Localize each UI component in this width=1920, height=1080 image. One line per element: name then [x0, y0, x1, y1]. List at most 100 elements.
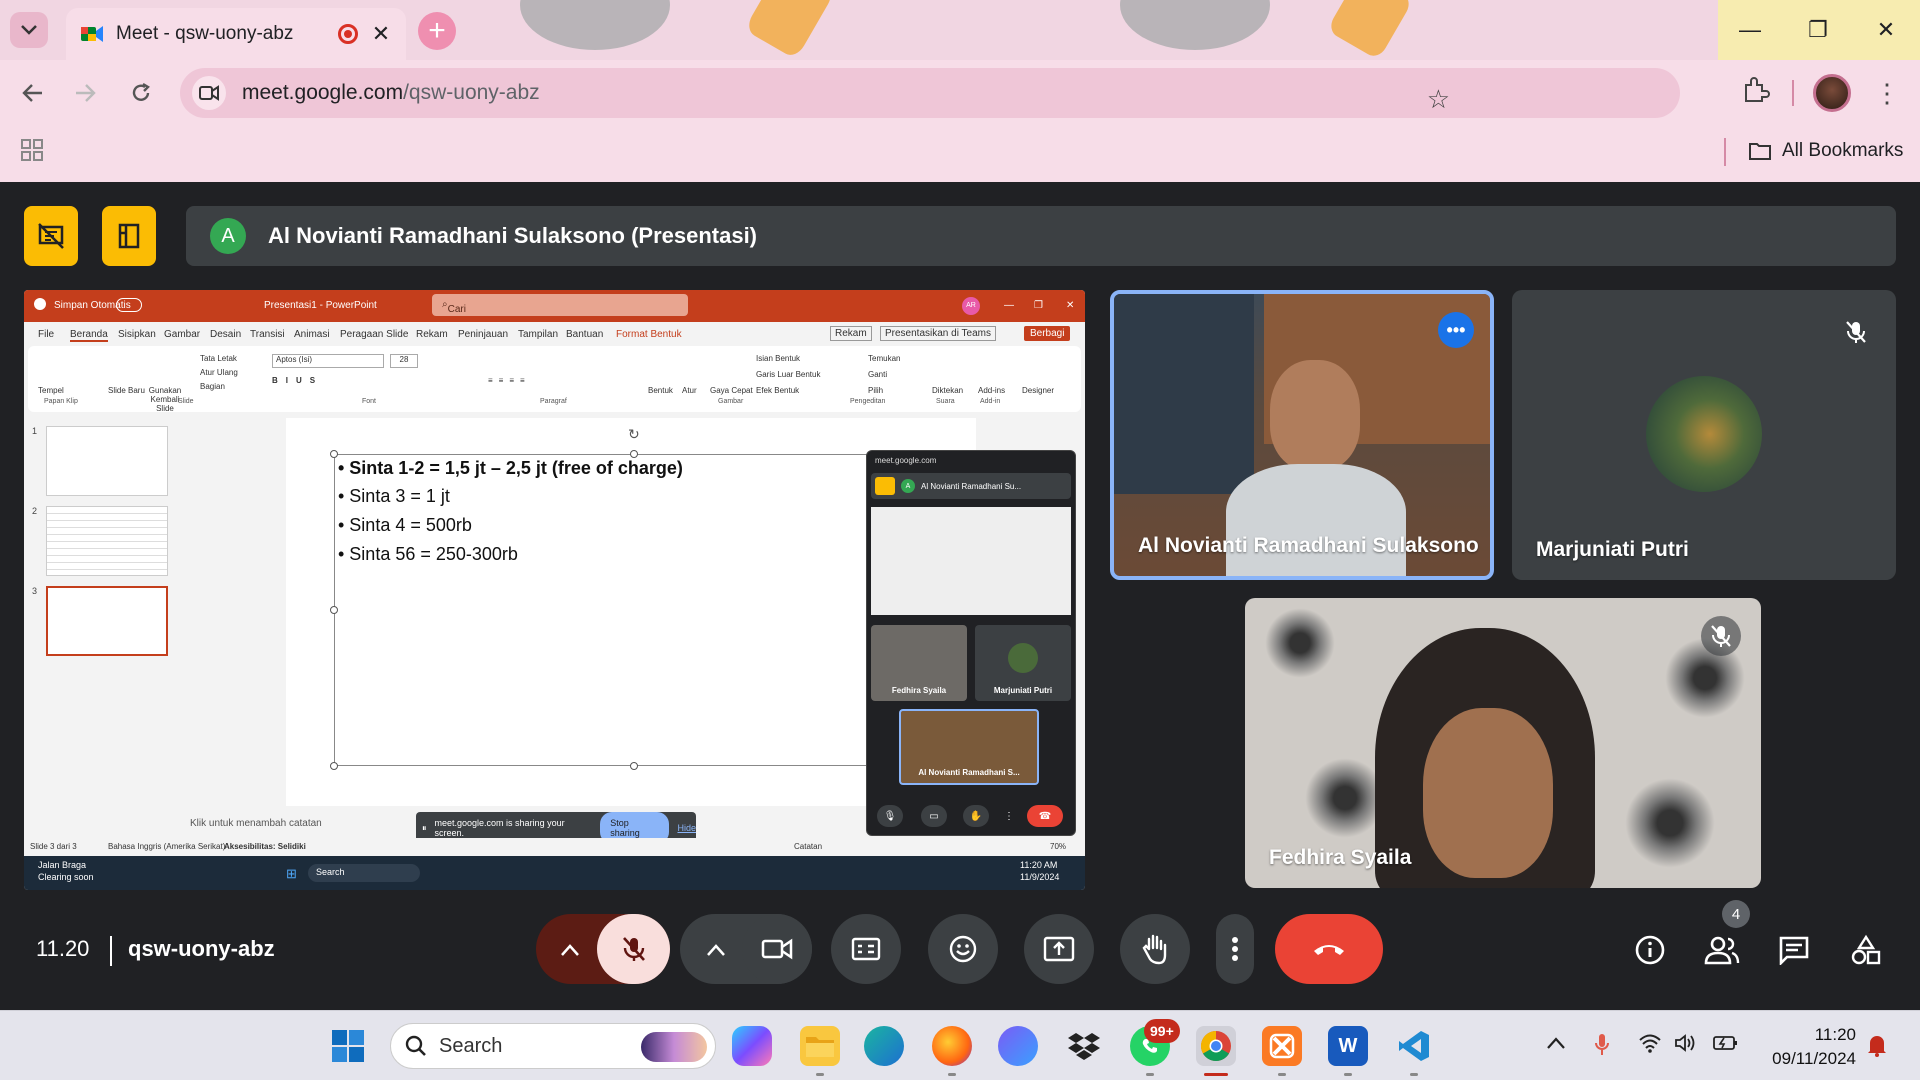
ribbon-dictate[interactable]: Diktekan — [932, 386, 963, 395]
copilot-app[interactable] — [998, 1026, 1038, 1066]
resize-handle[interactable] — [630, 450, 638, 458]
bookmark-star-icon[interactable]: ☆ — [1427, 84, 1450, 115]
status-language[interactable]: Bahasa Inggris (Amerika Serikat) — [108, 842, 225, 851]
raise-hand-button[interactable] — [1120, 914, 1190, 984]
extensions-icon[interactable] — [1740, 75, 1770, 105]
windows-search-box[interactable]: Search — [390, 1023, 716, 1069]
notes-placeholder[interactable]: Klik untuk menambah catatan — [190, 818, 322, 829]
browser-tab-meet[interactable]: Meet - qsw-uony-abz ✕ — [66, 8, 406, 60]
slide-thumbnail-selected[interactable] — [46, 586, 168, 656]
ppt-user-avatar[interactable]: AR — [962, 297, 980, 315]
mini-meet-window[interactable]: meet.google.com A Al Novianti Ramadhani … — [866, 450, 1076, 836]
ribbon-font-name[interactable]: Aptos (Isi) — [272, 354, 384, 368]
ribbon-shape-outline[interactable]: Garis Luar Bentuk — [756, 370, 820, 379]
microphone-toggle-button[interactable] — [597, 914, 670, 984]
microphone-in-use-icon[interactable] — [1594, 1033, 1610, 1063]
shared-windows-icon[interactable]: ⊞ — [286, 866, 297, 882]
ribbon-reset[interactable]: Atur Ulang — [200, 368, 238, 377]
file-explorer-app[interactable] — [800, 1026, 840, 1066]
captions-button[interactable] — [831, 914, 901, 984]
ribbon-font-styles[interactable]: BIUS — [272, 376, 323, 385]
status-notes[interactable]: Catatan — [794, 842, 822, 851]
reload-button[interactable] — [122, 74, 160, 112]
back-button[interactable] — [14, 74, 52, 112]
ribbon-section[interactable]: Bagian — [200, 382, 225, 391]
ribbon-alignment[interactable]: ≡≡≡≡ — [488, 376, 531, 385]
mini-mic-icon[interactable]: 🎙 — [877, 805, 903, 827]
resize-handle[interactable] — [330, 606, 338, 614]
new-tab-button[interactable]: + — [418, 12, 456, 50]
chrome-app[interactable] — [1196, 1026, 1236, 1066]
slide-thumbnail[interactable] — [46, 426, 168, 496]
ribbon-designer[interactable]: Designer — [1022, 386, 1054, 395]
more-options-icon[interactable]: ••• — [1438, 312, 1474, 348]
forward-button[interactable] — [66, 74, 104, 112]
ppt-menu-item[interactable]: Desain — [210, 329, 241, 340]
status-accessibility[interactable]: Aksesibilitas: Selidiki — [224, 842, 306, 851]
browser-menu-icon[interactable]: ⋮ — [1874, 78, 1900, 109]
ppt-restore[interactable]: ❐ — [1034, 300, 1043, 311]
minimize-button[interactable]: — — [1716, 0, 1784, 60]
all-bookmarks-button[interactable]: All Bookmarks — [1748, 140, 1903, 162]
slide-thumbnail[interactable] — [46, 506, 168, 576]
hide-share-bar-link[interactable]: Hide — [677, 823, 696, 833]
tab-close-button[interactable]: ✕ — [370, 21, 392, 47]
restore-button[interactable]: ❐ — [1784, 0, 1852, 60]
volume-icon[interactable] — [1674, 1033, 1698, 1059]
autosave-toggle[interactable] — [116, 298, 142, 312]
ribbon-new-slide[interactable]: Slide Baru — [108, 386, 145, 395]
tray-overflow-icon[interactable] — [1546, 1033, 1566, 1056]
resize-handle[interactable] — [330, 762, 338, 770]
edge-app[interactable] — [864, 1026, 904, 1066]
apps-grid-icon[interactable] — [20, 138, 44, 162]
vscode-app[interactable] — [1394, 1026, 1434, 1066]
ppt-search[interactable]: ⌕ Cari — [432, 294, 688, 316]
battery-icon[interactable] — [1712, 1033, 1740, 1059]
copilot-app[interactable] — [732, 1026, 772, 1066]
activities-button[interactable] — [1844, 928, 1888, 972]
ppt-menu-item[interactable]: Tampilan — [518, 329, 558, 340]
participant-tile[interactable]: Fedhira Syaila — [1245, 598, 1761, 888]
mini-end-call-icon[interactable]: ☎ — [1027, 805, 1063, 827]
ppt-menu-item[interactable]: Peragaan Slide — [340, 329, 408, 340]
notification-bell-icon[interactable] — [1866, 1033, 1888, 1063]
ribbon-font-size[interactable]: 28 — [390, 354, 418, 368]
participant-tile[interactable]: Marjuniati Putri — [1512, 290, 1896, 580]
xampp-app[interactable] — [1262, 1026, 1302, 1066]
mini-hand-icon[interactable]: ✋ — [963, 805, 989, 827]
participant-tile-active[interactable]: ••• Al Novianti Ramadhani Sulaksono — [1110, 290, 1494, 580]
shared-screen[interactable]: Simpan Otomatis Presentasi1 - PowerPoint… — [24, 290, 1085, 890]
mini-pin-icon[interactable] — [875, 477, 895, 495]
ppt-share-button[interactable]: Berbagi — [1024, 326, 1071, 341]
people-button[interactable] — [1700, 928, 1744, 972]
pin-presentation-button[interactable] — [102, 206, 156, 266]
address-bar[interactable]: meet.google.com/qsw-uony-abz ☆ — [180, 68, 1680, 118]
ppt-menu-item[interactable]: Format Bentuk — [616, 329, 682, 340]
start-button[interactable] — [328, 1026, 368, 1066]
profile-avatar[interactable] — [1813, 74, 1851, 112]
present-now-button[interactable] — [1024, 914, 1094, 984]
reactions-button[interactable] — [928, 914, 998, 984]
ribbon-addins[interactable]: Add-ins — [978, 386, 1005, 395]
chat-button[interactable] — [1772, 928, 1816, 972]
status-zoom[interactable]: 70% — [1050, 842, 1066, 851]
word-app[interactable]: W — [1328, 1026, 1368, 1066]
site-info-icon[interactable] — [192, 76, 226, 110]
ribbon-layout[interactable]: Tata Letak — [200, 354, 237, 363]
video-options-button[interactable] — [694, 928, 738, 972]
wifi-icon[interactable] — [1638, 1033, 1662, 1059]
system-clock[interactable]: 11:20 09/11/2024 — [1756, 1023, 1856, 1071]
ribbon-quick-styles[interactable]: Gaya Cepat — [710, 386, 753, 395]
firefox-app[interactable] — [932, 1026, 972, 1066]
ppt-minimize[interactable]: — — [1004, 300, 1014, 311]
meeting-details-button[interactable] — [1628, 928, 1672, 972]
shared-search[interactable]: Search — [308, 864, 420, 882]
ppt-menu-item[interactable]: File — [38, 329, 54, 340]
resize-handle[interactable] — [630, 762, 638, 770]
ppt-menu-item[interactable]: Peninjauan — [458, 329, 508, 340]
ribbon-find[interactable]: Temukan — [868, 354, 900, 363]
ppt-menu-item[interactable]: Beranda — [70, 329, 108, 342]
ppt-record-button[interactable]: Rekam — [830, 326, 872, 341]
mini-camera-icon[interactable]: ▭ — [921, 805, 947, 827]
rotate-handle-icon[interactable]: ↻ — [628, 426, 640, 443]
